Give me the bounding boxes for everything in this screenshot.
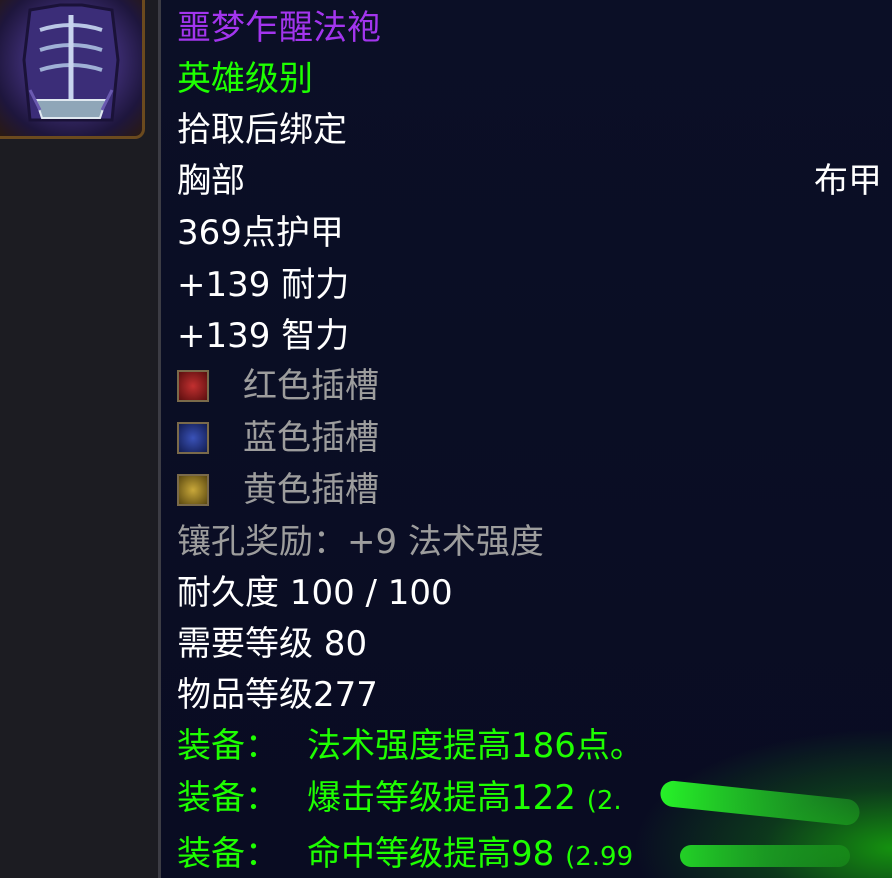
equip-label: 装备： [177,834,279,874]
equip-extra: (2.99 [565,842,634,872]
item-armor: 369点护甲 [177,213,344,253]
equip-label: 装备： [177,778,279,818]
socket-yellow: 黄色插槽 [177,470,477,510]
item-slot: 胸部 [177,161,245,201]
green-light-streak [680,845,850,867]
item-armor-type: 布甲 [814,161,882,201]
item-binding: 拾取后绑定 [177,110,347,150]
robe-item-icon[interactable] [0,0,145,139]
equip-text: 法术强度提高186点。 [307,726,644,766]
item-quality: 英雄级别 [177,59,313,99]
red-socket-icon [177,370,209,402]
item-tooltip: 噩梦乍醒法袍 英雄级别 拾取后绑定 胸部 布甲 369点护甲 +139 耐力 +… [161,0,892,878]
item-name: 噩梦乍醒法袍 [177,8,381,48]
socket-yellow-label: 黄色插槽 [243,470,379,510]
socket-red-label: 红色插槽 [243,366,379,406]
left-panel [0,0,158,878]
equip-text: 爆击等级提高122 [307,778,576,818]
item-stat-stamina: +139 耐力 [177,265,350,305]
item-level: 物品等级277 [177,675,378,715]
item-required-level: 需要等级 80 [177,624,368,664]
equip-hit: 装备： 命中等级提高98 (2.99 [177,834,633,877]
equip-text: 命中等级提高98 [307,834,555,874]
equip-crit: 装备： 爆击等级提高122 (2. [177,778,622,821]
yellow-socket-icon [177,474,209,506]
equip-spell-power: 装备： 法术强度提高186点。 [177,726,644,766]
blue-socket-icon [177,422,209,454]
socket-bonus: 镶孔奖励：+9 法术强度 [177,522,544,562]
socket-red: 红色插槽 [177,366,477,406]
item-durability: 耐久度 100 / 100 [177,573,453,613]
item-stat-intellect: +139 智力 [177,316,350,356]
socket-blue-label: 蓝色插槽 [243,418,379,458]
socket-blue: 蓝色插槽 [177,418,477,458]
equip-label: 装备： [177,726,279,766]
equip-extra: (2. [586,786,622,816]
